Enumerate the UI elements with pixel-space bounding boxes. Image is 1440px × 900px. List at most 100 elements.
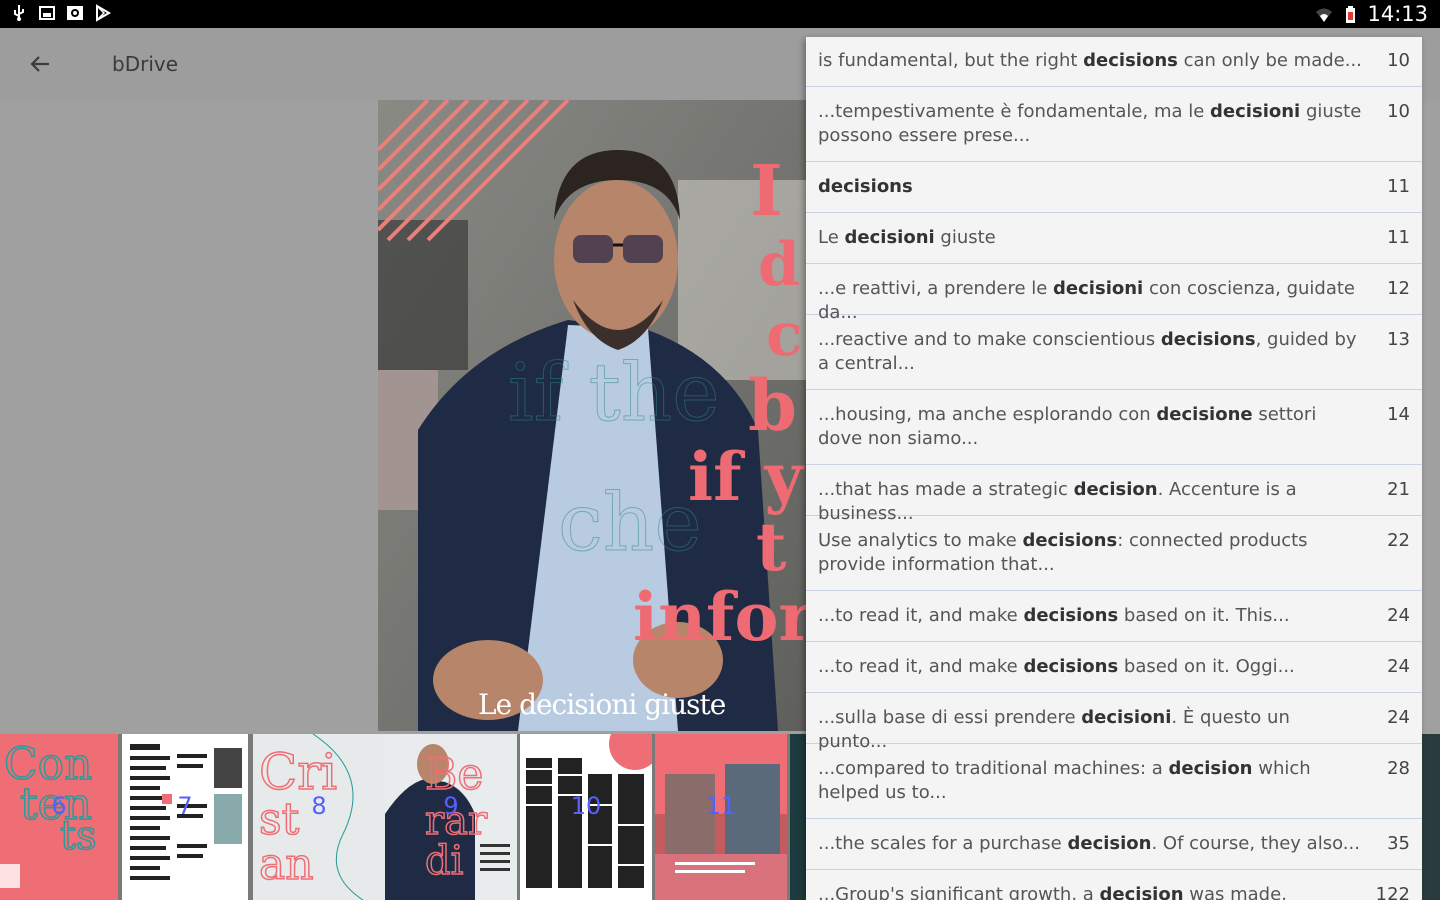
snippet-after: can only be made... bbox=[1177, 50, 1362, 71]
screenshot-icon bbox=[38, 4, 56, 22]
search-result-item[interactable]: ...e reattivi, a prendere le decisioni c… bbox=[806, 265, 1422, 323]
search-result-item[interactable]: ...sulla base di essi prendere decisioni… bbox=[806, 694, 1422, 752]
snippet-after: based on it. Oggi... bbox=[1118, 656, 1295, 677]
search-result-item[interactable]: ...the scales for a purchase decision. O… bbox=[806, 820, 1422, 870]
svg-text:infor: infor bbox=[633, 578, 806, 656]
snippet-match-term: decisions bbox=[1023, 605, 1119, 626]
svg-text:che: che bbox=[558, 476, 702, 569]
thumbnail-page[interactable]: Con ten ts 6 bbox=[0, 734, 118, 900]
search-result-item[interactable]: Use analytics to make decisions: connect… bbox=[806, 517, 1422, 591]
snippet-match-term: decisioni bbox=[1210, 101, 1301, 122]
result-page-number: 24 bbox=[1387, 656, 1410, 677]
snippet-match-term: decisioni bbox=[1081, 707, 1172, 728]
snippet-before: is fundamental, but the right bbox=[818, 50, 1084, 71]
snippet-after: giuste bbox=[934, 227, 996, 248]
snippet-match-term: decision bbox=[1073, 479, 1158, 500]
result-snippet: ...to read it, and make decisions based … bbox=[818, 655, 1362, 679]
result-snippet: ...reactive and to make conscientious de… bbox=[818, 328, 1362, 376]
result-snippet: ...compared to traditional machines: a d… bbox=[818, 757, 1362, 805]
result-snippet: is fundamental, but the right decisions … bbox=[818, 49, 1362, 73]
search-result-item[interactable]: ...compared to traditional machines: a d… bbox=[806, 745, 1422, 819]
search-results-list: is fundamental, but the right decisions … bbox=[806, 37, 1422, 900]
app-title: bDrive bbox=[112, 52, 179, 76]
snippet-before: ...sulla base di essi prendere bbox=[818, 707, 1082, 728]
svg-text:st: st bbox=[259, 794, 300, 845]
result-snippet: ...Group's significant growth, a decisio… bbox=[818, 883, 1362, 900]
thumbnail-number: 6 bbox=[51, 792, 67, 820]
result-page-number: 11 bbox=[1387, 227, 1410, 248]
result-page-number: 28 bbox=[1387, 758, 1410, 779]
magazine-page[interactable]: I d c b if y t infor if the che Le decis… bbox=[378, 100, 806, 731]
thumbnail-number: 8 bbox=[311, 792, 327, 820]
snippet-before: Le bbox=[818, 227, 845, 248]
result-page-number: 10 bbox=[1387, 50, 1410, 71]
result-snippet: ...tempestivamente è fondamentale, ma le… bbox=[818, 100, 1362, 148]
search-result-item[interactable]: ...Group's significant growth, a decisio… bbox=[806, 871, 1422, 900]
search-result-item[interactable]: ...housing, ma anche esplorando con deci… bbox=[806, 391, 1422, 465]
result-snippet: Use analytics to make decisions: connect… bbox=[818, 529, 1362, 577]
search-result-item[interactable]: ...to read it, and make decisions based … bbox=[806, 643, 1422, 693]
thumbnail-number: 7 bbox=[177, 792, 193, 820]
usb-icon bbox=[10, 4, 28, 22]
thumbnail-page[interactable]: Cri st an 8 bbox=[253, 734, 385, 900]
result-page-number: 22 bbox=[1387, 530, 1410, 551]
result-snippet: ...the scales for a purchase decision. O… bbox=[818, 832, 1362, 856]
result-snippet: ...to read it, and make decisions based … bbox=[818, 604, 1362, 628]
snippet-match-term: decisione bbox=[1156, 404, 1253, 425]
thumbnail-page[interactable]: 10 bbox=[520, 734, 652, 900]
app-screen: 14:13 bDrive I d c b if y t infor if the… bbox=[0, 0, 1440, 900]
search-result-item[interactable]: ...to read it, and make decisions based … bbox=[806, 592, 1422, 642]
notification-icons bbox=[10, 4, 112, 22]
result-page-number: 24 bbox=[1387, 605, 1410, 626]
result-page-number: 14 bbox=[1387, 404, 1410, 425]
snippet-after: based on it. This... bbox=[1118, 605, 1290, 626]
thumbnail-page[interactable]: 11 bbox=[655, 734, 787, 900]
svg-text:if y: if y bbox=[688, 438, 804, 516]
wifi-icon bbox=[1315, 5, 1333, 23]
thumbnail-number: 11 bbox=[705, 792, 737, 820]
snippet-before: ...e reattivi, a prendere le bbox=[818, 278, 1054, 299]
snippet-before: ...the scales for a purchase bbox=[818, 833, 1068, 854]
svg-text:d: d bbox=[758, 230, 800, 300]
clock: 14:13 bbox=[1367, 2, 1428, 26]
back-button[interactable] bbox=[22, 46, 58, 82]
snippet-before: ...to read it, and make bbox=[818, 605, 1024, 626]
search-result-item[interactable]: is fundamental, but the right decisions … bbox=[806, 37, 1422, 87]
search-result-item[interactable]: ...tempestivamente è fondamentale, ma le… bbox=[806, 88, 1422, 162]
snippet-before: Use analytics to make bbox=[818, 530, 1023, 551]
svg-text:di: di bbox=[425, 838, 463, 884]
search-result-item[interactable]: Le decisioni giuste 11 bbox=[806, 214, 1422, 264]
snippet-match-term: decisions bbox=[1160, 329, 1256, 350]
result-page-number: 122 bbox=[1375, 884, 1410, 900]
thumbnail-page-partial[interactable] bbox=[1422, 734, 1440, 900]
thumbnail-page[interactable]: Be rar di 9 bbox=[385, 734, 517, 900]
snippet-match-term: decision bbox=[1099, 884, 1184, 900]
photo-icon bbox=[66, 4, 84, 22]
back-arrow-icon bbox=[30, 56, 49, 72]
snippet-before: ...housing, ma anche esplorando con bbox=[818, 404, 1157, 425]
result-page-number: 11 bbox=[1387, 176, 1410, 197]
snippet-match-term: decisioni bbox=[844, 227, 935, 248]
page-caption: Le decisioni giuste bbox=[478, 688, 726, 721]
status-bar: 14:13 bbox=[0, 0, 1440, 28]
play-store-icon bbox=[94, 4, 112, 22]
result-snippet: Le decisioni giuste bbox=[818, 226, 1362, 250]
result-page-number: 35 bbox=[1387, 833, 1410, 854]
thumbnail-page[interactable]: 7 bbox=[122, 734, 248, 900]
search-result-item[interactable]: ...reactive and to make conscientious de… bbox=[806, 316, 1422, 390]
result-page-number: 24 bbox=[1387, 707, 1410, 728]
svg-text:if the: if the bbox=[508, 346, 720, 439]
thumbnail-number: 10 bbox=[570, 792, 602, 820]
snippet-match-term: decisions bbox=[1083, 50, 1178, 71]
search-result-item[interactable]: decisions 11 bbox=[806, 163, 1422, 213]
search-result-item[interactable]: ...that has made a strategic decision. A… bbox=[806, 466, 1422, 524]
snippet-match-term: decision bbox=[1067, 833, 1152, 854]
snippet-match-term: decision bbox=[1168, 758, 1253, 779]
snippet-match-term: decisions bbox=[1023, 656, 1119, 677]
snippet-before: ...that has made a strategic bbox=[818, 479, 1074, 500]
snippet-before: ...Group's significant growth, a bbox=[818, 884, 1100, 900]
snippet-before: ...tempestivamente è fondamentale, ma le bbox=[818, 101, 1211, 122]
svg-text:an: an bbox=[259, 839, 314, 890]
snippet-before: ...compared to traditional machines: a bbox=[818, 758, 1169, 779]
snippet-before: ...reactive and to make conscientious bbox=[818, 329, 1161, 350]
